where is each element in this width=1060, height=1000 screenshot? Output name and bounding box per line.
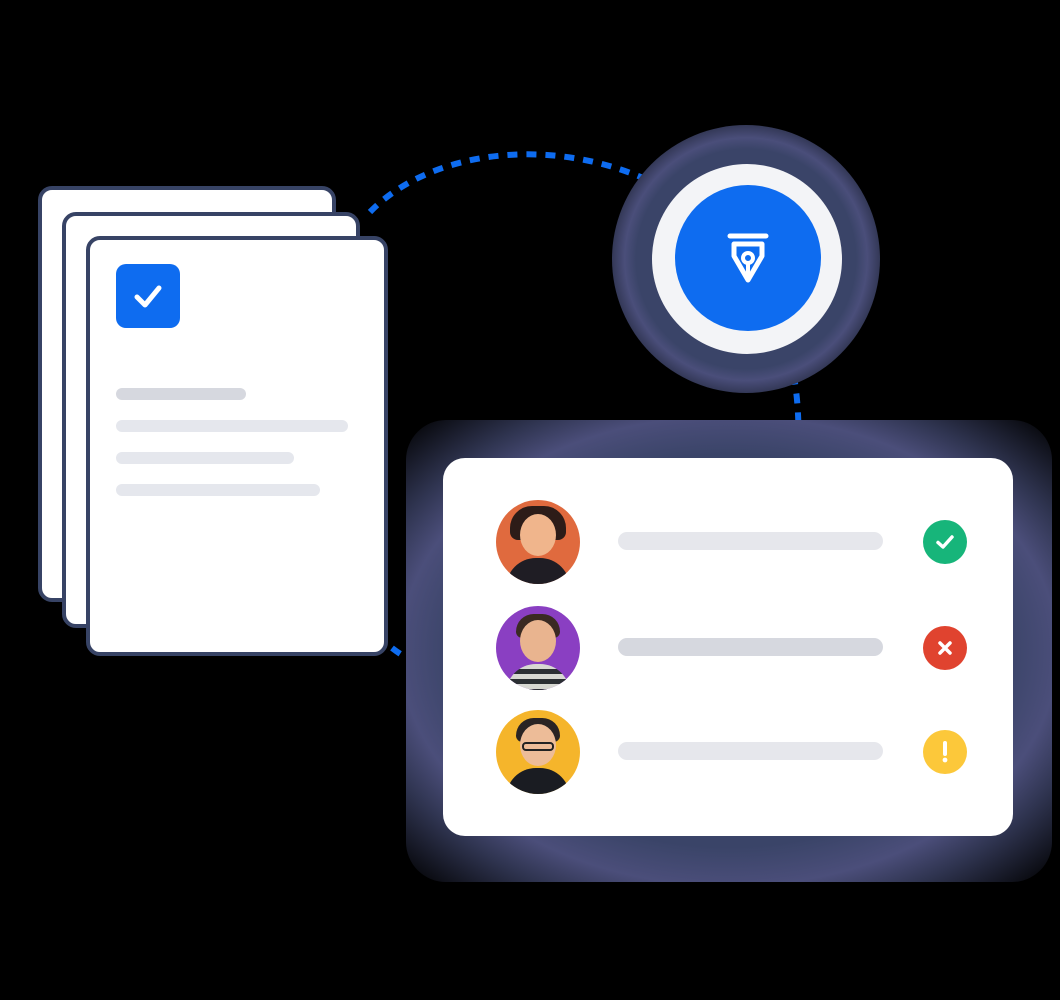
signer-list-card xyxy=(443,458,1013,836)
signer-name-placeholder xyxy=(618,742,883,760)
status-approved-badge xyxy=(923,520,967,564)
signer-row[interactable] xyxy=(443,710,1013,794)
check-icon xyxy=(936,535,954,549)
checkmark-icon xyxy=(134,285,162,308)
x-icon xyxy=(938,641,952,655)
signer-name-placeholder xyxy=(618,532,883,550)
sign-button[interactable] xyxy=(675,185,821,331)
status-pending-badge xyxy=(923,730,967,774)
document-line-placeholder xyxy=(116,420,348,432)
signer-name-placeholder xyxy=(618,638,883,656)
document-line-placeholder xyxy=(116,484,320,496)
glasses-icon xyxy=(522,742,554,751)
document-sheet-front[interactable] xyxy=(86,236,388,656)
document-line-placeholder xyxy=(116,452,294,464)
avatar xyxy=(496,500,580,584)
checkbox-checked[interactable] xyxy=(116,264,180,328)
status-declined-badge xyxy=(923,626,967,670)
avatar xyxy=(496,710,580,794)
signer-row[interactable] xyxy=(443,500,1013,584)
signer-row[interactable] xyxy=(443,606,1013,690)
exclamation-icon xyxy=(942,741,948,763)
fountain-pen-nib-icon xyxy=(727,233,769,283)
document-title-placeholder xyxy=(116,388,246,400)
avatar xyxy=(496,606,580,690)
